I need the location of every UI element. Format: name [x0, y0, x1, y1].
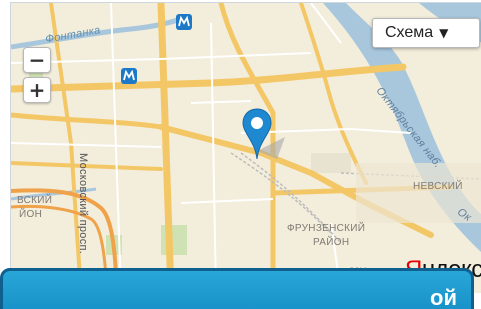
label-nevsky-left-1: ВСКИЙ — [17, 195, 53, 206]
label-frunzensky-2: РАЙОН — [313, 237, 350, 248]
banner-text: ой — [430, 285, 457, 309]
label-moskovsky-prospekt: Московский просп. — [77, 153, 89, 255]
label-nevsky-left-2: ЙОН — [19, 209, 43, 220]
plus-icon: + — [28, 78, 46, 102]
chevron-down-icon: ▼ — [439, 26, 449, 40]
bottom-banner[interactable]: ой — [0, 268, 474, 309]
minus-icon: − — [28, 48, 46, 72]
metro-icon[interactable] — [121, 68, 137, 84]
map-type-dropdown[interactable]: Схема ▼ — [372, 18, 480, 48]
zoom-out-button[interactable]: − — [23, 47, 51, 73]
map-widget: Фонтанка Московский просп. Октябрьская н… — [0, 0, 481, 309]
map-type-label: Схема — [385, 24, 434, 41]
label-frunzensky-1: ФРУНЗЕНСКИЙ — [287, 223, 366, 234]
zoom-in-button[interactable]: + — [23, 77, 51, 103]
location-pin-icon[interactable] — [241, 107, 291, 167]
metro-icon[interactable] — [176, 14, 192, 30]
label-nevsky-right: НЕВСКИЙ — [413, 181, 463, 192]
